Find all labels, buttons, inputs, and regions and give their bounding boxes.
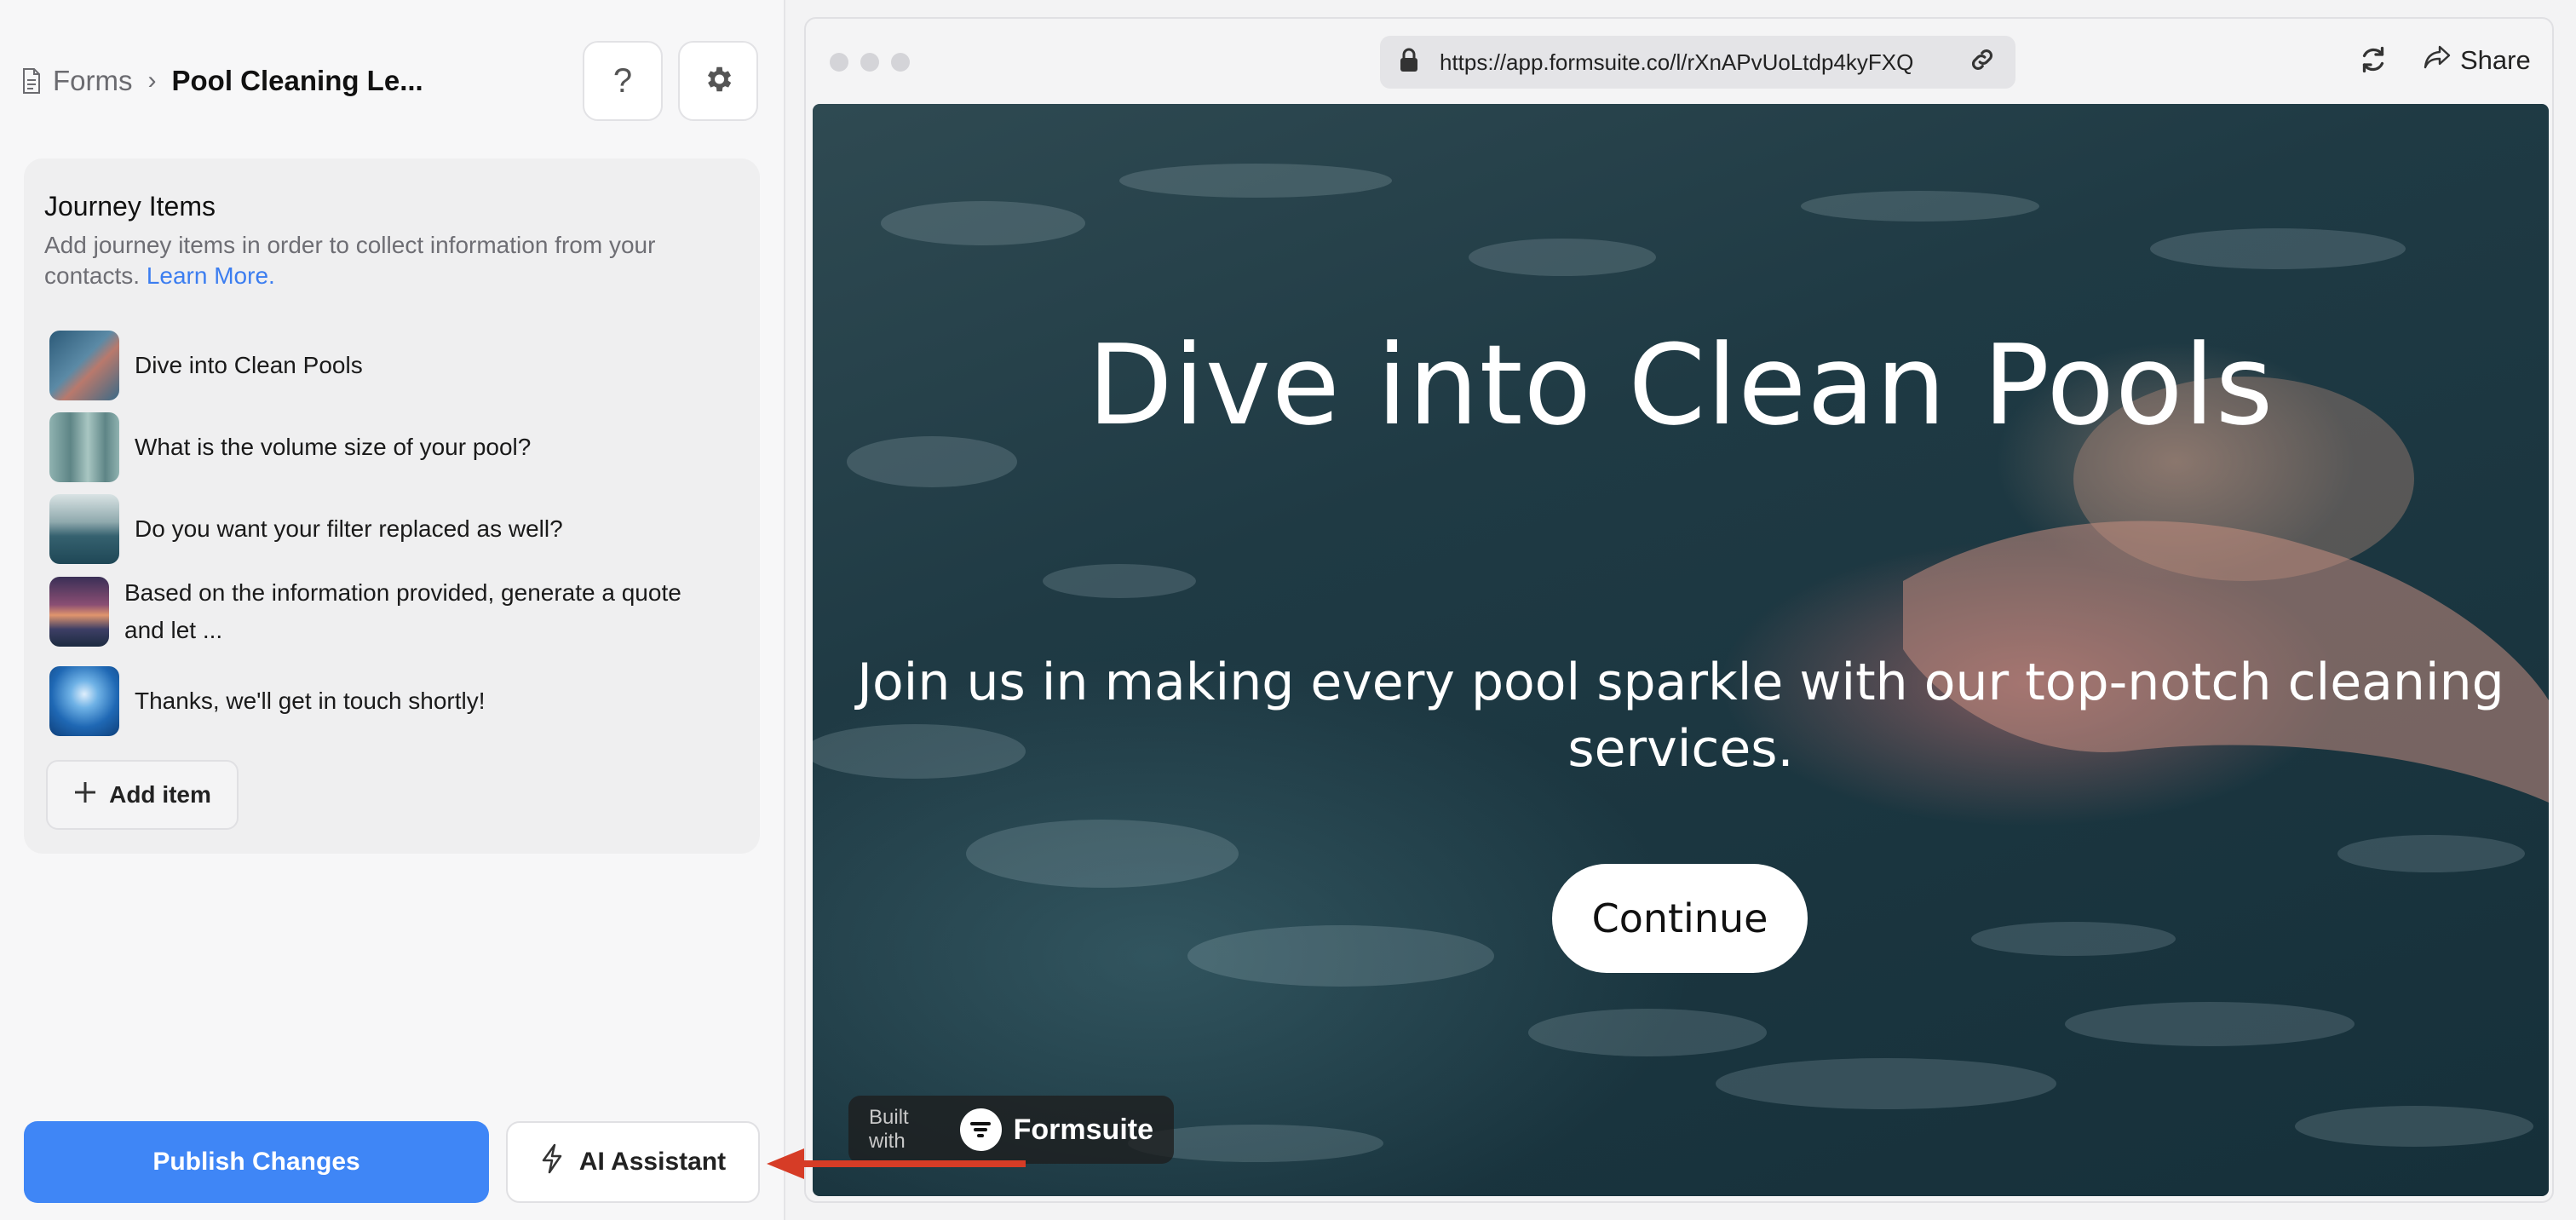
journey-item[interactable]: What is the volume size of your pool? [49,412,697,482]
preview-browser-frame: https://app.formsuite.co/l/rXnAPvUoLtdp4… [804,17,2554,1203]
ai-assistant-button[interactable]: AI Assistant [506,1121,760,1203]
journey-item-thumbnail [49,494,119,564]
journey-item-label: Do you want your filter replaced as well… [135,515,563,542]
add-item-button[interactable]: Add item [46,760,239,830]
window-dot [891,53,910,72]
journey-item-label: Thanks, we'll get in touch shortly! [135,688,486,714]
plus-icon [73,780,97,810]
share-arrow-icon [2423,44,2452,77]
journey-items-title: Journey Items [44,191,216,222]
share-label: Share [2460,45,2531,75]
journey-items-panel: Journey Items Add journey items in order… [24,158,760,854]
journey-item[interactable]: Based on the information provided, gener… [49,574,687,649]
help-icon: ? [612,61,633,100]
journey-item-thumbnail [49,331,119,400]
window-controls [830,53,910,72]
hero-subtitle: Join us in making every pool sparkle wit… [857,653,2504,779]
window-dot [860,53,879,72]
gear-icon [702,63,734,100]
url-text: https://app.formsuite.co/l/rXnAPvUoLtdp4… [1440,49,1914,75]
continue-button[interactable]: Continue [1552,864,1808,973]
settings-button[interactable] [678,41,758,121]
journey-item-thumbnail [49,666,119,736]
journey-item-thumbnail [49,412,119,482]
breadcrumb-current-form: Pool Cleaning Le... [171,65,423,96]
publish-changes-button[interactable]: Publish Changes [24,1121,489,1203]
journey-item-label: Based on the information provided, gener… [124,579,681,643]
refresh-button[interactable] [2358,44,2389,79]
journey-item[interactable]: Do you want your filter replaced as well… [49,494,697,564]
ai-assistant-label: AI Assistant [578,1148,727,1176]
lock-icon [1399,47,1419,78]
link-icon[interactable] [1968,45,1997,80]
hero-title: Dive into Clean Pools [1087,320,2274,450]
url-bar[interactable]: https://app.formsuite.co/l/rXnAPvUoLtdp4… [1380,36,2015,89]
add-item-label: Add item [109,781,211,808]
refresh-icon [2358,46,2389,78]
journey-description-text: Add journey items in order to collect in… [44,232,656,289]
journey-item-thumbnail [49,577,109,647]
help-button[interactable]: ? [583,41,663,121]
breadcrumb: Forms › Pool Cleaning Le... [22,61,423,101]
journey-item-label: What is the volume size of your pool? [135,434,532,460]
share-button[interactable]: Share [2423,44,2531,77]
journey-items-description: Add journey items in order to collect in… [44,230,743,291]
form-preview-canvas: Dive into Clean Pools Join us in making … [813,104,2549,1196]
breadcrumb-forms-link[interactable]: Forms [53,65,133,97]
document-icon [22,68,41,94]
learn-more-link[interactable]: Learn More. [147,262,275,289]
formsuite-brand: Formsuite [1013,1113,1153,1146]
annotation-arrow [767,1148,1026,1179]
lightning-icon [540,1143,564,1181]
journey-item[interactable]: Thanks, we'll get in touch shortly! [49,666,697,736]
editor-sidebar: Forms › Pool Cleaning Le... ? Journey It… [0,0,785,1220]
breadcrumb-separator: › [147,66,157,95]
journey-item-label: Dive into Clean Pools [135,352,363,378]
journey-item[interactable]: Dive into Clean Pools [49,331,697,400]
window-dot [830,53,848,72]
